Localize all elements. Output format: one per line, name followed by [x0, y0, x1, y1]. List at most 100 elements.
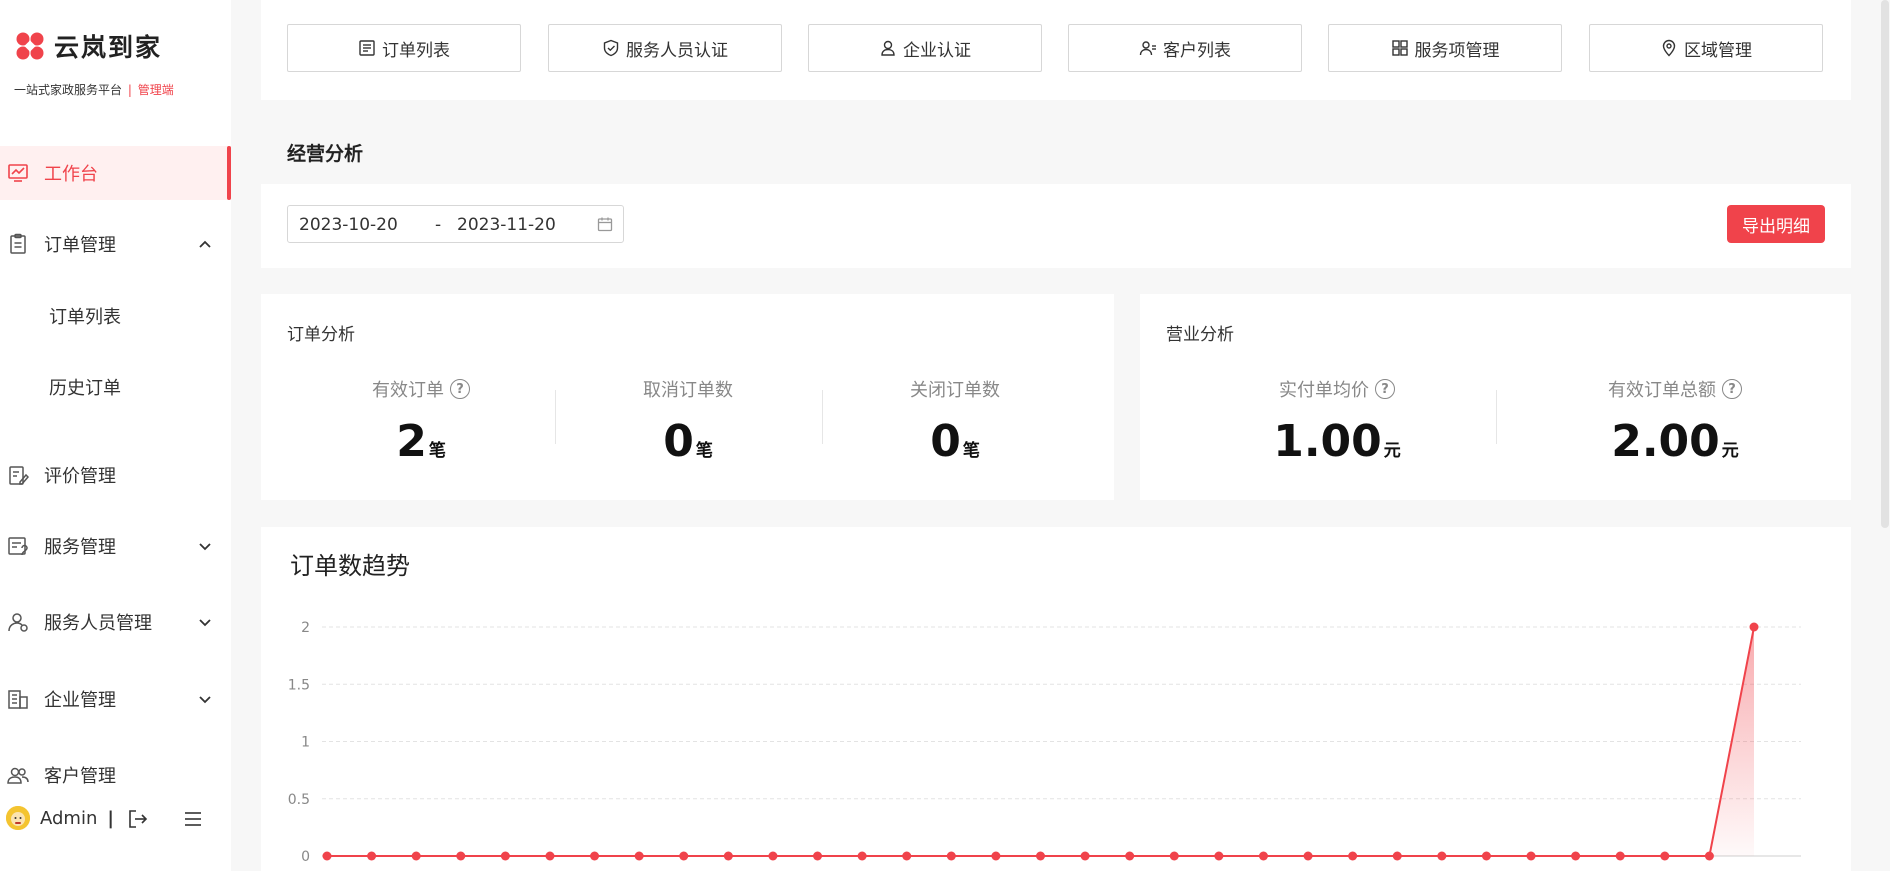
data-point	[1526, 851, 1536, 861]
sidebar-item-label: 客户管理	[44, 766, 116, 787]
quick-link-staff-certification[interactable]: 服务人员认证	[548, 24, 782, 72]
vertical-scrollbar[interactable]	[1881, 0, 1889, 528]
brand-divider: |	[127, 83, 132, 97]
metric-closed-orders: 关闭订单数 0笔	[822, 376, 1088, 464]
sidebar-item-label: 服务管理	[44, 537, 116, 558]
logout-icon[interactable]	[127, 808, 149, 830]
card-title: 订单分析	[287, 325, 355, 345]
user-name: Admin	[40, 807, 98, 829]
sidebar-item-reviews[interactable]: 评价管理	[0, 448, 231, 502]
data-point	[1258, 851, 1268, 861]
metric-unit: 元	[1383, 441, 1401, 461]
list-icon	[359, 40, 375, 56]
quick-link-label: 订单列表	[382, 40, 450, 61]
data-point	[590, 851, 600, 861]
metric-value: 0	[930, 416, 961, 467]
data-point	[411, 851, 421, 861]
sidebar-item-services[interactable]: 服务管理	[0, 519, 231, 573]
data-point	[1348, 851, 1358, 861]
data-point	[1036, 851, 1045, 861]
date-separator: -	[435, 215, 442, 235]
order-trend-chart: 0 0.5 1 1.5 2	[288, 620, 1801, 865]
date-end[interactable]: 2023-11-20	[457, 215, 556, 235]
export-details-button[interactable]: 导出明细	[1727, 205, 1825, 243]
data-point	[679, 851, 689, 861]
y-tick-label: 1.5	[288, 677, 310, 693]
metric-value: 1.00	[1273, 416, 1382, 467]
help-icon[interactable]: ?	[450, 379, 470, 399]
quick-link-label: 企业认证	[903, 40, 971, 61]
avatar[interactable]	[6, 806, 30, 830]
sidebar-item-label: 订单管理	[44, 235, 116, 256]
quick-link-region-management[interactable]: 区域管理	[1589, 24, 1823, 72]
chart-monitor-icon	[6, 161, 30, 185]
date-start[interactable]: 2023-10-20	[299, 215, 398, 235]
person-icon	[881, 40, 895, 56]
metric-valid-orders: 有效订单? 2笔	[288, 376, 554, 464]
chevron-down-icon	[199, 619, 211, 627]
grid-icon	[1391, 40, 1408, 56]
calendar-icon	[597, 217, 613, 232]
chevron-down-icon	[199, 543, 211, 551]
y-tick-label: 1	[301, 735, 310, 751]
chevron-down-icon	[199, 696, 211, 704]
metric-value: 2	[396, 416, 427, 467]
data-point	[456, 851, 466, 861]
data-point	[322, 851, 332, 861]
sidebar-item-label: 工作台	[44, 164, 98, 185]
menu-icon[interactable]	[182, 808, 204, 830]
service-icon	[6, 534, 30, 558]
help-icon[interactable]: ?	[1375, 379, 1395, 399]
quick-link-label: 客户列表	[1163, 40, 1231, 61]
metric-value: 2.00	[1611, 416, 1720, 467]
data-point	[902, 851, 912, 861]
sidebar-item-orders[interactable]: 订单管理	[0, 217, 231, 271]
quick-link-order-list[interactable]: 订单列表	[287, 24, 521, 72]
metric-valid-order-total: 有效订单总额? 2.00 元	[1530, 376, 1820, 464]
sidebar-item-customers[interactable]: 客户管理	[0, 748, 231, 802]
sidebar-subitem-order-history[interactable]: 历史订单	[49, 374, 121, 400]
data-point	[1214, 851, 1224, 861]
data-point	[813, 851, 823, 861]
card-title: 营业分析	[1166, 325, 1234, 345]
brand-logo[interactable]: 云岚到家	[12, 28, 162, 64]
data-point	[1749, 622, 1759, 632]
edit-doc-icon	[6, 463, 30, 487]
user-info: Admin |	[6, 806, 114, 830]
help-icon[interactable]: ?	[1722, 379, 1742, 399]
sidebar-item-label: 评价管理	[44, 466, 116, 487]
metric-label: 关闭订单数	[910, 380, 1000, 401]
brand-name: 云岚到家	[54, 33, 163, 62]
data-point	[1571, 851, 1581, 861]
data-point	[1392, 851, 1402, 861]
metric-label: 有效订单总额	[1608, 380, 1716, 401]
metric-cancelled-orders: 取消订单数 0笔	[555, 376, 821, 464]
data-point	[1704, 851, 1714, 861]
quick-link-service-items[interactable]: 服务项管理	[1328, 24, 1562, 72]
metric-label: 有效订单	[372, 380, 444, 401]
shield-icon	[603, 39, 619, 57]
data-point	[1437, 851, 1447, 861]
sidebar-item-enterprise[interactable]: 企业管理	[0, 672, 231, 726]
chart-title: 订单数趋势	[290, 552, 410, 580]
data-point	[1125, 851, 1135, 861]
sidebar-item-workbench[interactable]: 工作台	[0, 146, 231, 200]
divider	[1496, 390, 1497, 444]
date-range-picker[interactable]: 2023-10-20 - 2023-11-20	[287, 205, 624, 243]
y-tick-label: 0	[301, 849, 310, 865]
metric-label: 取消订单数	[643, 380, 733, 401]
y-tick-label: 0.5	[288, 792, 310, 808]
data-point	[768, 851, 778, 861]
chevron-up-icon	[199, 240, 211, 248]
sidebar-subitem-order-list[interactable]: 订单列表	[49, 303, 121, 329]
data-point	[1169, 851, 1179, 861]
data-point	[991, 851, 1001, 861]
data-point	[367, 851, 377, 861]
quick-link-enterprise-certification[interactable]: 企业认证	[808, 24, 1042, 72]
sidebar-item-staff[interactable]: 服务人员管理	[0, 595, 231, 649]
quick-link-customer-list[interactable]: 客户列表	[1068, 24, 1302, 72]
quick-link-label: 区域管理	[1684, 40, 1752, 61]
metric-avg-paid-price: 实付单均价? 1.00 元	[1212, 376, 1462, 464]
data-point	[1303, 851, 1313, 861]
quick-link-label: 服务人员认证	[626, 40, 728, 61]
